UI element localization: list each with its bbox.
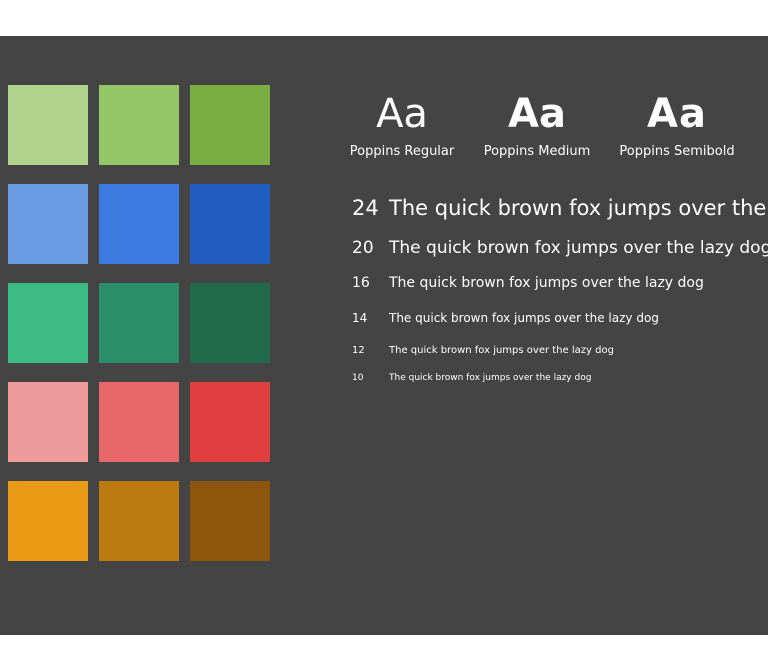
type-scale-sample: The quick brown fox jumps over the lazy … (389, 345, 614, 356)
swatch-green-light (8, 85, 88, 165)
swatch-orange-light (8, 481, 88, 561)
style-guide-canvas: Aa Poppins Regular Aa Poppins Medium Aa … (0, 36, 768, 635)
type-scale-row-14: 14 The quick brown fox jumps over the la… (352, 311, 659, 325)
type-scale-size: 16 (352, 275, 370, 291)
type-scale-row-16: 16 The quick brown fox jumps over the la… (352, 275, 704, 291)
font-weight-specimens: Aa Poppins Regular Aa Poppins Medium Aa … (349, 90, 735, 160)
type-scale-sample: The quick brown fox jumps over the lazy … (389, 373, 592, 383)
specimen-font-name: Poppins Regular (349, 144, 455, 159)
swatch-teal-dark (190, 283, 270, 363)
type-scale-sample: The quick brown fox jumps over the lazy … (389, 196, 768, 220)
type-scale-row-10: 10 The quick brown fox jumps over the la… (352, 373, 591, 383)
color-palette (8, 85, 270, 561)
swatch-orange (99, 481, 179, 561)
type-scale-size: 24 (352, 196, 379, 220)
swatch-orange-dark (190, 481, 270, 561)
type-scale-row-24: 24 The quick brown fox jumps over the la… (352, 196, 768, 220)
swatch-teal (99, 283, 179, 363)
type-scale-size: 10 (352, 373, 364, 383)
type-scale-row-12: 12 The quick brown fox jumps over the la… (352, 345, 614, 356)
swatch-green-dark (190, 85, 270, 165)
type-scale-size: 20 (352, 238, 374, 258)
swatch-red-dark (190, 382, 270, 462)
type-scale-size: 12 (352, 345, 365, 356)
specimen-sample: Aa (647, 91, 707, 137)
specimen-font-name: Poppins Semibold (619, 144, 735, 159)
swatch-red-light (8, 382, 88, 462)
swatch-blue-dark (190, 184, 270, 264)
swatch-teal-light (8, 283, 88, 363)
swatch-green (99, 85, 179, 165)
specimen-semibold: Aa Poppins Semibold (619, 90, 735, 160)
swatch-blue-light (8, 184, 88, 264)
type-scale-sample: The quick brown fox jumps over the lazy … (389, 275, 704, 291)
specimen-regular: Aa Poppins Regular (349, 90, 455, 160)
type-scale-size: 14 (352, 311, 368, 325)
swatch-red (99, 382, 179, 462)
type-scale-row-20: 20 The quick brown fox jumps over the la… (352, 238, 768, 258)
specimen-font-name: Poppins Medium (483, 144, 591, 159)
type-scale-sample: The quick brown fox jumps over the lazy … (389, 311, 659, 325)
specimen-sample: Aa (376, 91, 428, 137)
swatch-blue (99, 184, 179, 264)
specimen-sample: Aa (508, 91, 566, 137)
specimen-medium: Aa Poppins Medium (483, 90, 591, 160)
type-scale-sample: The quick brown fox jumps over the lazy … (389, 238, 768, 258)
